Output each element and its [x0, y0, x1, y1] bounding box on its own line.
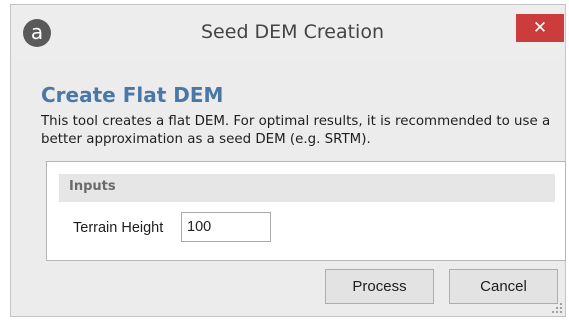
page-title: Create Flat DEM: [41, 83, 224, 107]
description-text: This tool creates a flat DEM. For optima…: [41, 114, 551, 147]
inputs-section-label: Inputs: [69, 179, 116, 194]
process-button[interactable]: Process: [325, 269, 434, 304]
inputs-section-header: Inputs: [59, 174, 555, 202]
terrain-height-label: Terrain Height: [73, 220, 164, 236]
inputs-panel: Inputs Terrain Height: [46, 161, 566, 261]
window-title: Seed DEM Creation: [201, 21, 384, 43]
cancel-button[interactable]: Cancel: [449, 269, 558, 304]
app-logo-icon: a: [23, 19, 51, 47]
close-icon: ✕: [532, 18, 548, 38]
app-logo-glyph: a: [30, 20, 44, 44]
title-bar[interactable]: a Seed DEM Creation ✕: [11, 5, 565, 62]
resize-grip-icon[interactable]: [551, 302, 563, 314]
dialog-window: a Seed DEM Creation ✕ Create Flat DEM Th…: [10, 4, 566, 317]
close-button[interactable]: ✕: [516, 14, 564, 42]
terrain-height-input[interactable]: [181, 212, 271, 242]
